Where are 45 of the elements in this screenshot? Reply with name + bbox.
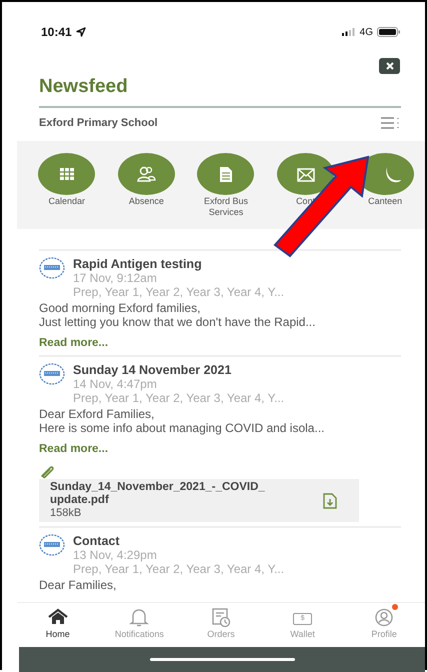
battery-icon xyxy=(377,27,401,37)
post-date: 17 Nov, 9:12am xyxy=(73,272,158,286)
read-more-link[interactable]: Read more... xyxy=(39,337,108,349)
download-icon[interactable] xyxy=(323,492,337,508)
read-more-link[interactable]: Read more... xyxy=(39,443,108,455)
attachment-name: Sunday_14_November_2021_-_COVID_update.pdf xyxy=(50,481,266,507)
people-icon xyxy=(135,164,158,184)
post-title[interactable]: Rapid Antigen testing xyxy=(73,257,284,272)
location-arrow-icon xyxy=(76,27,86,37)
tab-bar-item[interactable]: Home xyxy=(20,607,96,647)
close-icon xyxy=(386,62,394,70)
paperclip-icon xyxy=(39,465,55,479)
page-title: Newsfeed xyxy=(39,76,129,98)
tab-bar-item[interactable]: Profile xyxy=(346,607,422,647)
school-logo-icon xyxy=(39,534,65,556)
tab-bar-item[interactable]: Notifications xyxy=(102,607,177,647)
signal-icon xyxy=(342,28,356,36)
shortcut-label: Exford Bus Services xyxy=(202,196,249,218)
post-title[interactable]: Contact xyxy=(73,534,284,549)
menu-icon[interactable] xyxy=(381,117,401,129)
tab-bar-item[interactable]: Orders xyxy=(183,607,258,647)
post-title[interactable]: Sunday 14 November 2021 xyxy=(73,363,284,378)
user-circle-icon xyxy=(373,607,396,627)
attachment-card[interactable]: Sunday_14_November_2021_-_COVID_update.pdf 158kB xyxy=(39,479,359,522)
bell-icon xyxy=(128,607,150,627)
close-button[interactable] xyxy=(379,58,400,74)
post-audience: Prep, Year 1, Year 2, Year 3, Year 4, Y... xyxy=(73,562,284,576)
post-date: 13 Nov, 4:29pm xyxy=(73,549,158,562)
network-label: 4G xyxy=(360,26,373,38)
post-excerpt: Dear Families, xyxy=(39,579,118,592)
status-time: 10:41 xyxy=(41,25,72,39)
school-logo-icon xyxy=(39,257,65,279)
school-logo-icon xyxy=(39,363,65,385)
post-audience: Prep, Year 1, Year 2, Year 3, Year 4, Y... xyxy=(73,286,284,299)
post-audience: Prep, Year 1, Year 2, Year 3, Year 4, Y... xyxy=(73,392,284,405)
home-icon xyxy=(46,607,69,627)
receipt-clock-icon xyxy=(210,607,232,627)
shortcut-label: Canteen xyxy=(368,196,402,207)
post-date: 14 Nov, 4:47pm xyxy=(73,378,158,392)
shortcut-label: Calendar xyxy=(48,196,86,207)
shortcut-label: Absence xyxy=(128,196,164,207)
attachment-size: 158kB xyxy=(50,507,82,520)
post-excerpt: Good morning Exford families, Just letting you know that we don't have the Rapid... xyxy=(39,302,316,329)
school-name: Exford Primary School xyxy=(39,117,158,129)
post-excerpt: Dear Exford Families, Here is some info about managing COVID and isola... xyxy=(39,408,326,435)
